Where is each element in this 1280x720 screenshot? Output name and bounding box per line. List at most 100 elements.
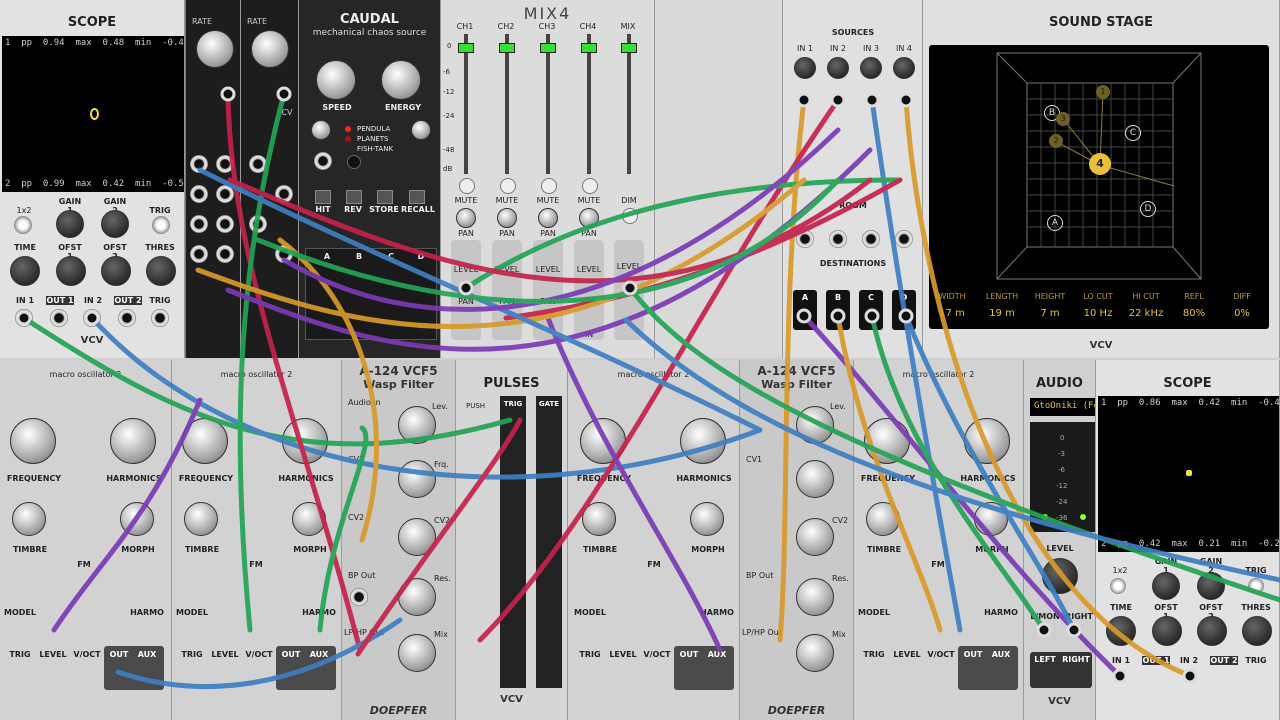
pan-knob-1[interactable] bbox=[456, 208, 476, 228]
lfo-jack-1[interactable] bbox=[190, 155, 208, 173]
src-knob-4[interactable] bbox=[893, 57, 915, 79]
ch3-fader[interactable] bbox=[540, 43, 556, 53]
sound-stage-display[interactable]: B C A D 1 2 3 4 WIDTH LENGTH HEIGHT LO C… bbox=[929, 45, 1269, 329]
lfo-jack-6[interactable] bbox=[216, 185, 234, 203]
stage-source-a[interactable]: A bbox=[1047, 215, 1063, 231]
morph-knob-2[interactable] bbox=[292, 502, 326, 536]
frq-knob-2[interactable] bbox=[796, 460, 834, 498]
rev-button[interactable] bbox=[346, 190, 362, 204]
ofst2-knob-2[interactable] bbox=[1197, 616, 1227, 646]
mute-button-3[interactable] bbox=[541, 178, 557, 194]
trig-button[interactable] bbox=[152, 216, 170, 234]
mix-fader[interactable] bbox=[621, 43, 637, 53]
src-knob-2[interactable] bbox=[827, 57, 849, 79]
mix-knob-2[interactable] bbox=[796, 634, 834, 672]
frq-knob-1[interactable] bbox=[398, 460, 436, 498]
harmonics-knob-4[interactable] bbox=[964, 418, 1010, 464]
x2-button-2[interactable] bbox=[1110, 578, 1126, 594]
mute-button-2[interactable] bbox=[500, 178, 516, 194]
mode-button[interactable] bbox=[347, 155, 361, 169]
src-knob-1[interactable] bbox=[794, 57, 816, 79]
timbre-knob-1[interactable] bbox=[12, 502, 46, 536]
stage-point-4[interactable]: 4 bbox=[1089, 153, 1111, 175]
ofst2-knob[interactable] bbox=[101, 256, 131, 286]
refl-value[interactable]: 80% bbox=[1171, 308, 1217, 319]
stage-point-1[interactable]: 1 bbox=[1096, 85, 1110, 99]
ch4-fader[interactable] bbox=[581, 43, 597, 53]
harmonics-knob-2[interactable] bbox=[282, 418, 328, 464]
stage-source-d[interactable]: D bbox=[1140, 201, 1156, 217]
lfo2-jack-1[interactable] bbox=[249, 155, 267, 173]
lfo-jack-4[interactable] bbox=[190, 245, 208, 263]
thres-knob[interactable] bbox=[146, 256, 176, 286]
rate-knob[interactable] bbox=[196, 30, 234, 68]
mute-button-1[interactable] bbox=[459, 178, 475, 194]
cv2-knob-1[interactable] bbox=[398, 518, 436, 556]
morph-knob-3[interactable] bbox=[690, 502, 724, 536]
audio-device-display[interactable]: GtoOniki (Fo bbox=[1030, 398, 1095, 416]
lfo2-jack-3[interactable] bbox=[275, 185, 293, 203]
res-knob-1[interactable] bbox=[398, 578, 436, 616]
mode-planets[interactable]: PLANETS bbox=[357, 134, 393, 144]
frequency-knob-4[interactable] bbox=[864, 418, 910, 464]
lev-knob-2[interactable] bbox=[796, 406, 834, 444]
dim-button[interactable] bbox=[622, 208, 638, 224]
pan-knob-4[interactable] bbox=[579, 208, 599, 228]
out1-jack[interactable] bbox=[50, 309, 68, 327]
gain1-knob-2[interactable] bbox=[1152, 572, 1180, 600]
stage-point-3[interactable]: 3 bbox=[1056, 112, 1070, 126]
recall-button[interactable] bbox=[409, 190, 425, 204]
frequency-knob-3[interactable] bbox=[580, 418, 626, 464]
in2-jack[interactable] bbox=[83, 309, 101, 327]
ofst1-knob-2[interactable] bbox=[1152, 616, 1182, 646]
lfo-jack-2[interactable] bbox=[190, 185, 208, 203]
energy-knob[interactable] bbox=[381, 60, 421, 100]
src-knob-3[interactable] bbox=[860, 57, 882, 79]
locut-value[interactable]: 10 Hz bbox=[1075, 308, 1121, 319]
room-jack-4[interactable] bbox=[895, 230, 913, 248]
store-button[interactable] bbox=[377, 190, 393, 204]
trig-button-2[interactable] bbox=[1248, 578, 1264, 594]
height-value[interactable]: 7 m bbox=[1027, 308, 1073, 319]
speed-knob[interactable] bbox=[316, 60, 356, 100]
morph-knob-4[interactable] bbox=[974, 502, 1008, 536]
frequency-knob-1[interactable] bbox=[10, 418, 56, 464]
caudal-jack-1[interactable] bbox=[314, 152, 332, 170]
gain1-knob[interactable] bbox=[56, 210, 84, 238]
stage-point-2[interactable]: 2 bbox=[1049, 134, 1063, 148]
lfo2-jack-4[interactable] bbox=[275, 245, 293, 263]
mode-pendula[interactable]: PENDULA bbox=[357, 124, 393, 134]
x2-button[interactable] bbox=[14, 216, 32, 234]
diff-value[interactable]: 0% bbox=[1219, 308, 1265, 319]
hit-button[interactable] bbox=[315, 190, 331, 204]
out2-jack[interactable] bbox=[118, 309, 136, 327]
rate-knob-2[interactable] bbox=[251, 30, 289, 68]
hicut-value[interactable]: 22 kHz bbox=[1123, 308, 1169, 319]
lfo-jack-5[interactable] bbox=[216, 155, 234, 173]
pan-knob-3[interactable] bbox=[538, 208, 558, 228]
thres-knob-2[interactable] bbox=[1242, 616, 1272, 646]
pan-knob-2[interactable] bbox=[497, 208, 517, 228]
caudal-attn-1[interactable] bbox=[311, 120, 331, 140]
lfo-jack-3[interactable] bbox=[190, 215, 208, 233]
morph-knob-1[interactable] bbox=[120, 502, 154, 536]
in1-jack[interactable] bbox=[15, 309, 33, 327]
length-value[interactable]: 19 m bbox=[979, 308, 1025, 319]
time-knob[interactable] bbox=[10, 256, 40, 286]
harmonics-knob-1[interactable] bbox=[110, 418, 156, 464]
room-jack-2[interactable] bbox=[829, 230, 847, 248]
mute-button-4[interactable] bbox=[582, 178, 598, 194]
lfo-jack-8[interactable] bbox=[216, 245, 234, 263]
ch2-fader[interactable] bbox=[499, 43, 515, 53]
timbre-knob-4[interactable] bbox=[866, 502, 900, 536]
audio-level-knob[interactable] bbox=[1042, 558, 1078, 594]
frequency-knob-2[interactable] bbox=[182, 418, 228, 464]
timbre-knob-3[interactable] bbox=[582, 502, 616, 536]
room-jack-3[interactable] bbox=[862, 230, 880, 248]
ofst1-knob[interactable] bbox=[56, 256, 86, 286]
lfo-jack-7[interactable] bbox=[216, 215, 234, 233]
vcf1-bp-jack[interactable] bbox=[350, 588, 368, 606]
timbre-knob-2[interactable] bbox=[184, 502, 218, 536]
res-knob-2[interactable] bbox=[796, 578, 834, 616]
width-value[interactable]: 17 m bbox=[929, 308, 975, 319]
